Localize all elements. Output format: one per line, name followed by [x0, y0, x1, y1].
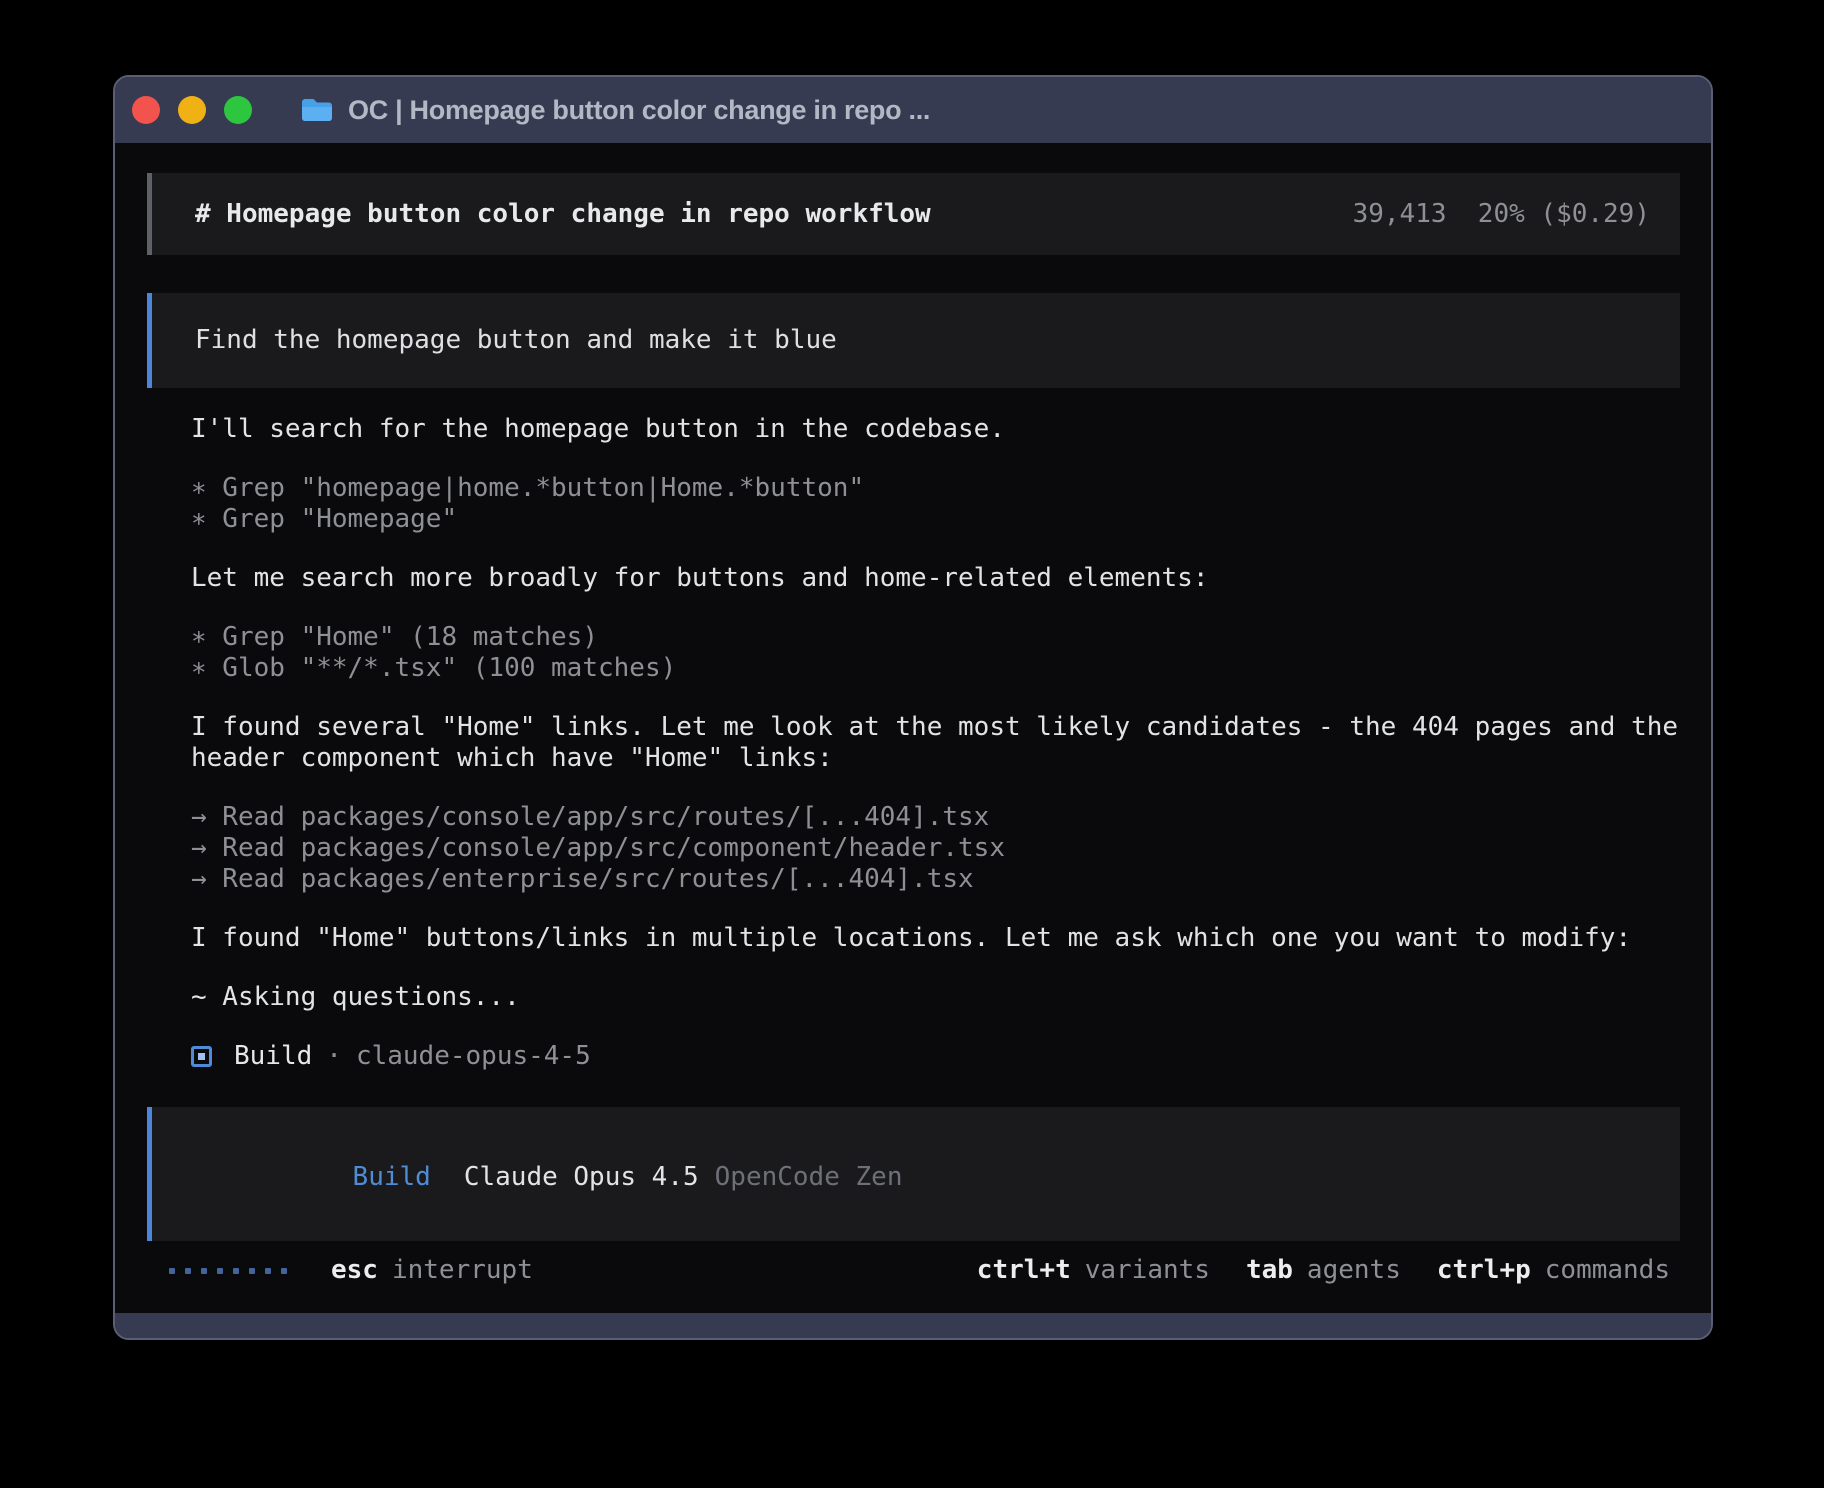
- assistant-text-line: ~ Asking questions...: [191, 982, 1680, 1013]
- input-agent-label[interactable]: Build: [353, 1162, 431, 1192]
- session-header: # Homepage button color change in repo w…: [147, 173, 1680, 255]
- ctrl-t-key-hint: ctrl+t: [977, 1255, 1071, 1286]
- spinner-dot: [185, 1268, 191, 1274]
- spinner-dot: [201, 1268, 207, 1274]
- assistant-text-line: Let me search more broadly for buttons a…: [191, 563, 1680, 594]
- terminal-window: OC | Homepage button color change in rep…: [113, 75, 1713, 1340]
- agents-hint-label: agents: [1307, 1255, 1401, 1286]
- agent-status-line: Build · claude-opus-4-5: [147, 1041, 1680, 1072]
- tool-call-line: ∗ Grep "Homepage": [191, 504, 1680, 535]
- ctrl-p-key-hint: ctrl+p: [1437, 1255, 1531, 1286]
- variants-hint: ctrl+t variants: [977, 1255, 1210, 1286]
- loading-spinner: [169, 1268, 297, 1274]
- assistant-text-line: I found several "Home" links. Let me loo…: [191, 712, 1680, 743]
- commands-hint-label: commands: [1545, 1255, 1670, 1286]
- input-mode-line: Build Claude Opus 4.5 OpenCode Zen: [196, 1131, 1650, 1224]
- tool-call-group: → Read packages/console/app/src/routes/[…: [191, 802, 1680, 895]
- spinner-dot: [281, 1268, 287, 1274]
- status-bar: esc interrupt ctrl+t variants tab agents…: [147, 1255, 1680, 1286]
- assistant-text-line: I'll search for the homepage button in t…: [191, 414, 1680, 445]
- tool-call-line: ∗ Grep "Home" (18 matches): [191, 622, 1680, 653]
- tool-call-line: → Read packages/console/app/src/componen…: [191, 833, 1680, 864]
- user-message-text: Find the homepage button and make it blu…: [195, 325, 837, 356]
- close-button[interactable]: [132, 96, 160, 124]
- spinner-dot: [233, 1268, 239, 1274]
- input-provider-label: OpenCode Zen: [715, 1162, 903, 1192]
- spinner-dot: [265, 1268, 271, 1274]
- minimize-button[interactable]: [178, 96, 206, 124]
- session-stats: 39,413 20% ($0.29): [1353, 199, 1650, 230]
- assistant-text: Let me search more broadly for buttons a…: [191, 563, 1680, 594]
- tool-call-group: ∗ Grep "Home" (18 matches)∗ Glob "**/*.t…: [191, 622, 1680, 684]
- zoom-button[interactable]: [224, 96, 252, 124]
- assistant-text: I'll search for the homepage button in t…: [191, 414, 1680, 445]
- agent-model: claude-opus-4-5: [356, 1041, 591, 1072]
- spinner-dot: [217, 1268, 223, 1274]
- spinner-dot: [169, 1268, 175, 1274]
- user-message: Find the homepage button and make it blu…: [147, 293, 1680, 388]
- commands-hint: ctrl+p commands: [1437, 1255, 1670, 1286]
- prompt-input[interactable]: Build Claude Opus 4.5 OpenCode Zen: [147, 1107, 1680, 1241]
- assistant-transcript: I'll search for the homepage button in t…: [147, 414, 1680, 1013]
- variants-hint-label: variants: [1085, 1255, 1210, 1286]
- assistant-text-line: header component which have "Home" links…: [191, 743, 1680, 774]
- interrupt-hint-label: interrupt: [392, 1255, 533, 1286]
- assistant-text: I found several "Home" links. Let me loo…: [191, 712, 1680, 774]
- tool-call-line: ∗ Glob "**/*.tsx" (100 matches): [191, 653, 1680, 684]
- session-title: # Homepage button color change in repo w…: [195, 199, 931, 230]
- terminal-content: # Homepage button color change in repo w…: [115, 143, 1711, 1313]
- desktop-background: OC | Homepage button color change in rep…: [0, 0, 1824, 1488]
- tool-call-line: ∗ Grep "homepage|home.*button|Home.*butt…: [191, 473, 1680, 504]
- input-model-label[interactable]: Claude Opus 4.5: [464, 1162, 699, 1192]
- tab-key-hint: tab: [1246, 1255, 1293, 1286]
- build-badge-icon: [191, 1046, 212, 1067]
- assistant-text-line: I found "Home" buttons/links in multiple…: [191, 923, 1680, 954]
- agents-hint: tab agents: [1246, 1255, 1401, 1286]
- spinner-dot: [249, 1268, 255, 1274]
- window-title: OC | Homepage button color change in rep…: [348, 95, 930, 126]
- tool-call-line: → Read packages/console/app/src/routes/[…: [191, 802, 1680, 833]
- agent-name: Build: [234, 1041, 312, 1072]
- esc-key-hint: esc: [331, 1255, 378, 1286]
- folder-icon: [300, 96, 334, 124]
- tool-call-line: → Read packages/enterprise/src/routes/[.…: [191, 864, 1680, 895]
- agent-separator: ·: [326, 1041, 342, 1072]
- window-titlebar[interactable]: OC | Homepage button color change in rep…: [115, 77, 1711, 143]
- window-footer: [115, 1313, 1711, 1338]
- tool-call-group: ∗ Grep "homepage|home.*button|Home.*butt…: [191, 473, 1680, 535]
- assistant-text: ~ Asking questions...: [191, 982, 1680, 1013]
- assistant-text: I found "Home" buttons/links in multiple…: [191, 923, 1680, 954]
